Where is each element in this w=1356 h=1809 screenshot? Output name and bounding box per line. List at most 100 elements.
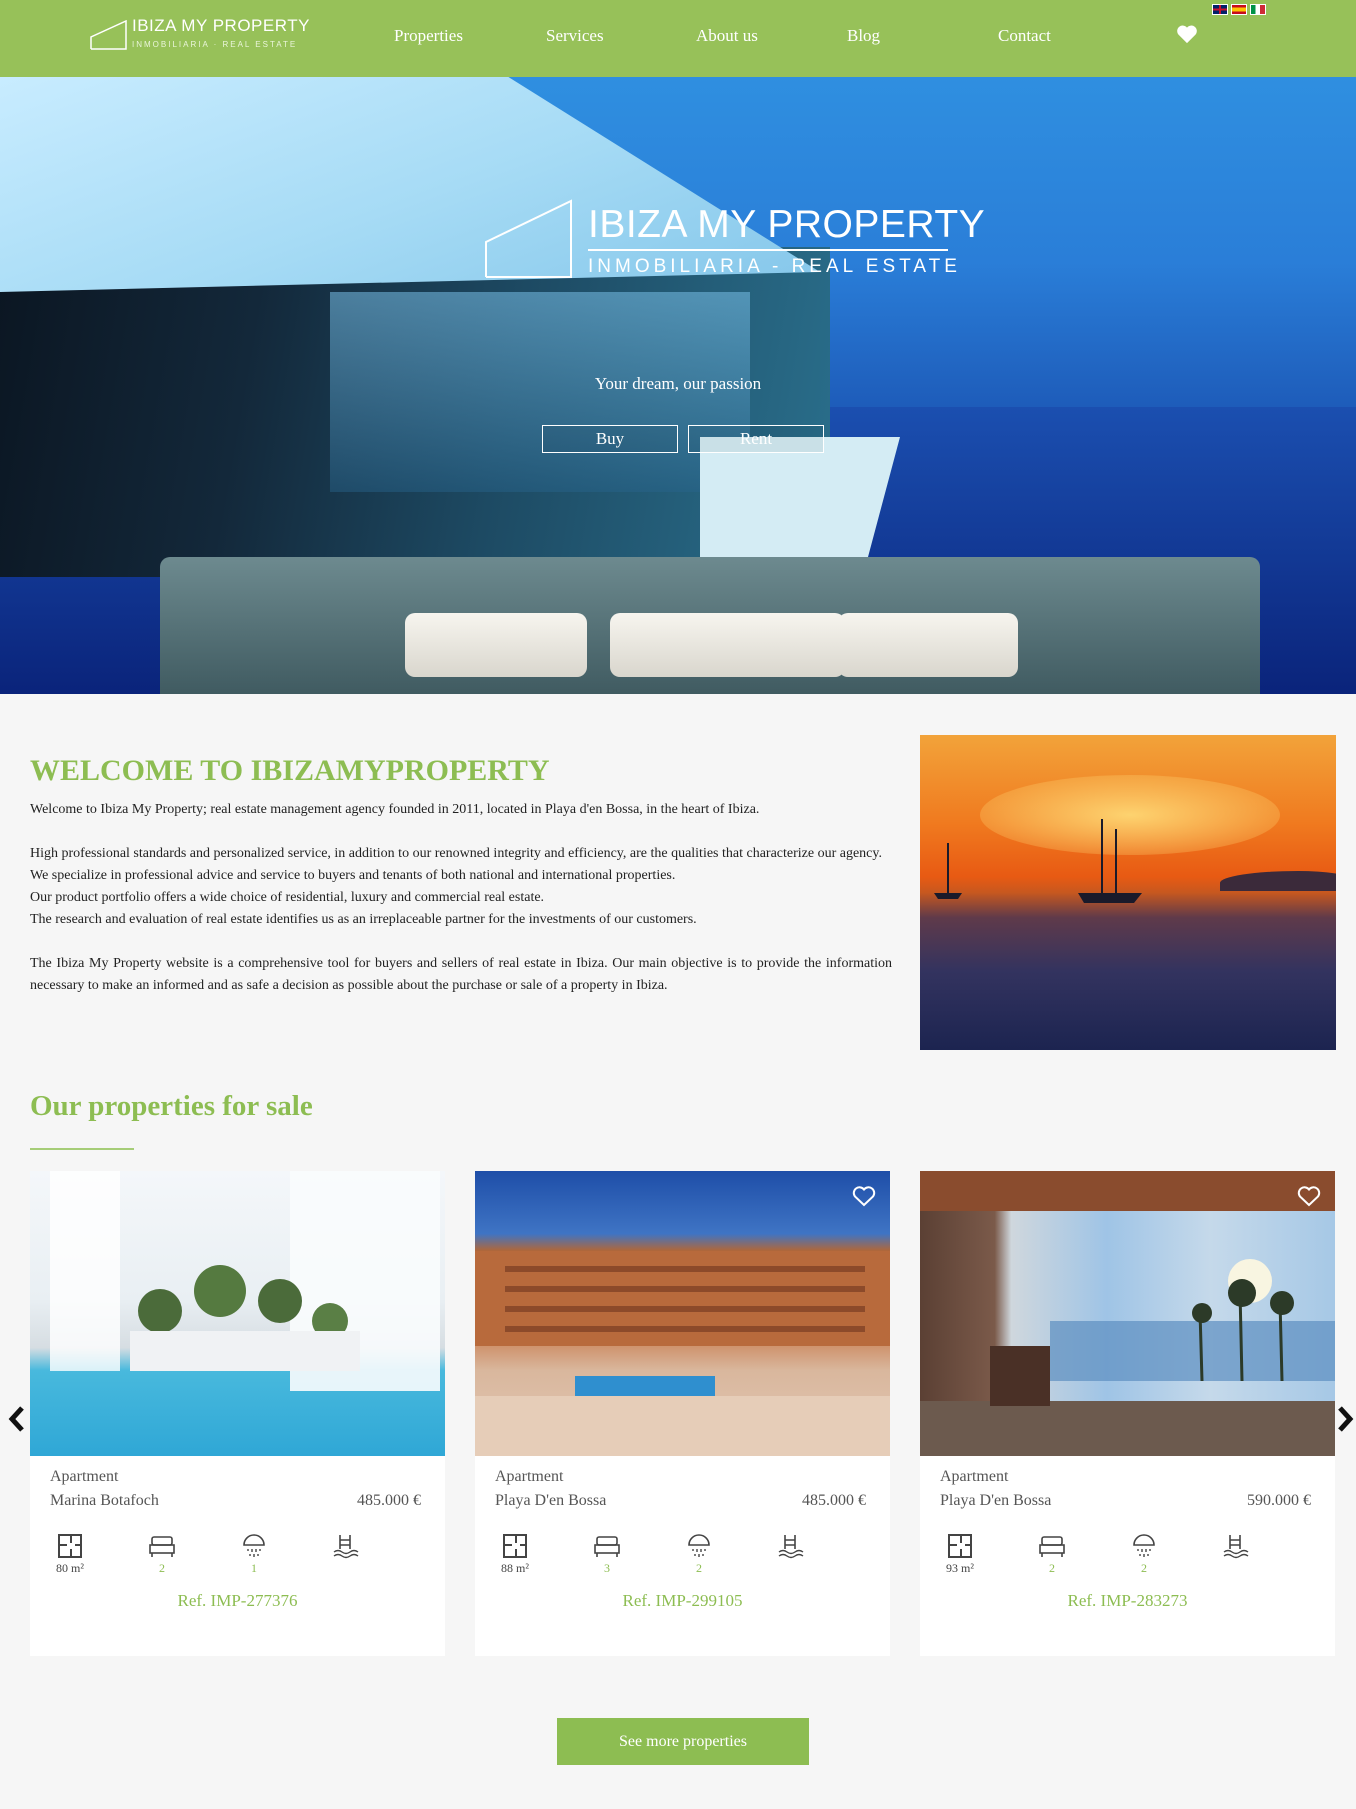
area-feature: 88 m² (495, 1533, 535, 1583)
property-card[interactable]: Apartment Playa D'en Bossa 485.000 € 88 … (475, 1171, 890, 1656)
hero-logo-subtitle: INMOBILIARIA - REAL ESTATE (588, 256, 961, 277)
property-type: Apartment (50, 1468, 119, 1485)
bed-icon (149, 1536, 175, 1557)
carousel-next-arrow-icon[interactable] (1334, 1404, 1356, 1434)
property-reference: Ref. IMP-277376 (177, 1591, 298, 1610)
property-price: 485.000 € (357, 1492, 421, 1509)
welcome-paragraph: The Ibiza My Property website is a compr… (30, 956, 892, 993)
hero-tagline: Your dream, our passion (594, 374, 762, 393)
shower-icon (688, 1534, 710, 1557)
house-logo-icon (485, 199, 572, 278)
floor-plan-icon (948, 1534, 972, 1558)
shower-icon (1133, 1534, 1155, 1557)
bedrooms-value: 2 (159, 1561, 165, 1575)
shower-icon (243, 1534, 265, 1557)
bedrooms-feature: 2 (1032, 1533, 1072, 1583)
carousel-prev-arrow-icon[interactable] (6, 1404, 28, 1434)
nav-properties[interactable]: Properties (394, 26, 463, 46)
welcome-text: Welcome to Ibiza My Property; real estat… (30, 799, 892, 997)
nav-services[interactable]: Services (546, 26, 604, 46)
nav-contact[interactable]: Contact (998, 26, 1051, 46)
buy-button[interactable]: Buy (542, 425, 678, 453)
bathrooms-value: 1 (251, 1561, 257, 1575)
welcome-paragraph: Our product portfolio offers a wide choi… (30, 890, 545, 905)
area-value: 93 m² (946, 1561, 974, 1575)
english-flag-icon[interactable] (1212, 4, 1228, 15)
property-reference: Ref. IMP-283273 (1067, 1591, 1188, 1610)
hero-cushion (610, 613, 845, 677)
property-location: Playa D'en Bossa (495, 1492, 607, 1509)
rent-button[interactable]: Rent (688, 425, 824, 453)
section-divider (30, 1148, 134, 1150)
property-location: Marina Botafoch (50, 1492, 159, 1509)
welcome-paragraph: We specialize in professional advice and… (30, 868, 676, 883)
logo-title: IBIZA MY PROPERTY (132, 16, 310, 35)
heart-outline-icon[interactable] (1297, 1185, 1321, 1207)
property-location: Playa D'en Bossa (940, 1492, 1052, 1509)
bedrooms-feature: 2 (142, 1533, 182, 1583)
sailboats-graphic (934, 819, 1142, 903)
italian-flag-icon[interactable] (1250, 4, 1266, 15)
sunset-photo (920, 735, 1336, 1050)
property-photo-graphic (920, 1171, 1335, 1456)
area-feature: 80 m² (50, 1533, 90, 1583)
area-feature: 93 m² (940, 1533, 980, 1583)
pool-icon (1223, 1535, 1249, 1559)
welcome-title: WELCOME TO IBIZAMYPROPERTY (30, 754, 550, 787)
property-photo[interactable] (475, 1171, 890, 1456)
bedrooms-feature: 3 (587, 1533, 627, 1583)
bathrooms-value: 2 (1141, 1561, 1147, 1575)
pool-icon (778, 1535, 804, 1559)
welcome-paragraph: Welcome to Ibiza My Property; real estat… (30, 802, 760, 817)
welcome-paragraph: The research and evaluation of real esta… (30, 912, 697, 927)
property-card[interactable]: Apartment Marina Botafoch 485.000 € 80 m… (30, 1171, 445, 1656)
bed-icon (594, 1536, 620, 1557)
top-navigation-bar: IBIZA MY PROPERTY INMOBILIARIA · REAL ES… (0, 0, 1356, 77)
spanish-flag-icon[interactable] (1231, 4, 1247, 15)
property-price: 590.000 € (1247, 1492, 1311, 1509)
heart-icon[interactable] (1176, 24, 1198, 44)
bedrooms-value: 2 (1049, 1561, 1055, 1575)
welcome-paragraph (30, 821, 892, 843)
nav-about-us[interactable]: About us (696, 26, 758, 46)
property-type: Apartment (495, 1468, 564, 1485)
property-price: 485.000 € (802, 1492, 866, 1509)
bathrooms-feature: 2 (1124, 1533, 1164, 1583)
properties-section-title: Our properties for sale (30, 1090, 313, 1122)
bathrooms-value: 2 (696, 1561, 702, 1575)
bed-icon (1039, 1536, 1065, 1557)
property-photo[interactable] (920, 1171, 1335, 1456)
pool-feature (1216, 1533, 1256, 1583)
pool-feature (771, 1533, 811, 1583)
hero-banner: IBIZA MY PROPERTY INMOBILIARIA - REAL ES… (0, 77, 1356, 694)
floor-plan-icon (503, 1534, 527, 1558)
house-logo-icon (90, 20, 127, 50)
see-more-properties-button[interactable]: See more properties (557, 1718, 809, 1765)
bedrooms-value: 3 (604, 1561, 610, 1575)
language-switcher (1212, 4, 1266, 15)
hero-cushion (405, 613, 587, 677)
hero-cushion (838, 613, 1018, 677)
area-value: 88 m² (501, 1561, 529, 1575)
property-photo-graphic (50, 1171, 440, 1391)
site-logo[interactable]: IBIZA MY PROPERTY INMOBILIARIA · REAL ES… (90, 16, 309, 56)
logo-subtitle: INMOBILIARIA · REAL ESTATE (132, 40, 298, 49)
property-photo-graphic (475, 1251, 890, 1456)
hero-logo: IBIZA MY PROPERTY INMOBILIARIA - REAL ES… (484, 199, 985, 279)
welcome-paragraph: High professional standards and personal… (30, 846, 882, 861)
hero-logo-title: IBIZA MY PROPERTY (588, 203, 986, 246)
property-card[interactable]: Apartment Playa D'en Bossa 590.000 € 93 … (920, 1171, 1335, 1656)
property-photo[interactable] (30, 1171, 445, 1456)
area-value: 80 m² (56, 1561, 84, 1575)
heart-outline-icon[interactable] (852, 1185, 876, 1207)
floor-plan-icon (58, 1534, 82, 1558)
hero-logo-divider (588, 249, 948, 251)
welcome-paragraph (30, 931, 892, 953)
bathrooms-feature: 2 (679, 1533, 719, 1583)
pool-feature (326, 1533, 366, 1583)
property-reference: Ref. IMP-299105 (622, 1591, 743, 1610)
nav-blog[interactable]: Blog (847, 26, 880, 46)
property-type: Apartment (940, 1468, 1009, 1485)
bathrooms-feature: 1 (234, 1533, 274, 1583)
pool-icon (333, 1535, 359, 1559)
